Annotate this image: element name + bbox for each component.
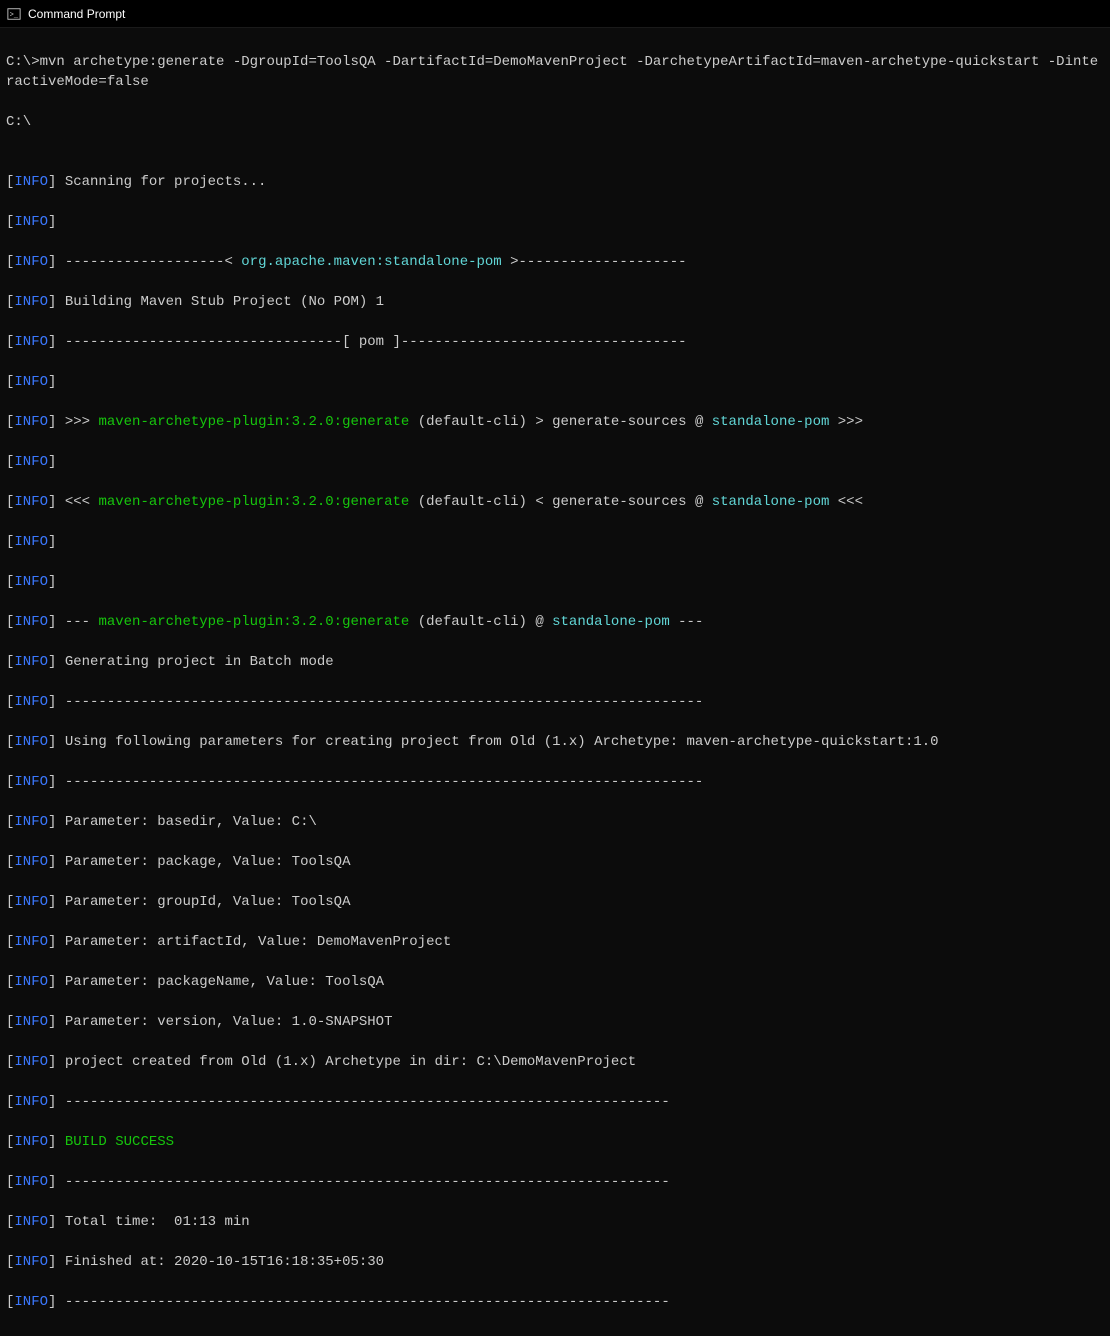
- log-line: [INFO] Using following parameters for cr…: [6, 732, 1104, 752]
- log-line: [INFO] Scanning for projects...: [6, 172, 1104, 192]
- log-line: [INFO] Parameter: groupId, Value: ToolsQ…: [6, 892, 1104, 912]
- log-line: [INFO] >>> maven-archetype-plugin:3.2.0:…: [6, 412, 1104, 432]
- log-line: [INFO] Total time: 01:13 min: [6, 1212, 1104, 1232]
- log-line: [INFO] <<< maven-archetype-plugin:3.2.0:…: [6, 492, 1104, 512]
- log-line: [INFO] Parameter: packageName, Value: To…: [6, 972, 1104, 992]
- svg-text:>_: >_: [10, 11, 19, 19]
- prompt-line: C:\: [6, 112, 1104, 132]
- log-line: [INFO]: [6, 572, 1104, 592]
- log-line: [INFO]: [6, 372, 1104, 392]
- window-title: Command Prompt: [28, 7, 125, 21]
- log-line: [INFO]: [6, 532, 1104, 552]
- log-line: [INFO] Finished at: 2020-10-15T16:18:35+…: [6, 1252, 1104, 1272]
- titlebar[interactable]: >_ Command Prompt: [0, 0, 1110, 28]
- command-line: C:\>mvn archetype:generate -DgroupId=Too…: [6, 52, 1104, 92]
- log-line: [INFO] Generating project in Batch mode: [6, 652, 1104, 672]
- log-line: [INFO] Parameter: basedir, Value: C:\: [6, 812, 1104, 832]
- log-line: [INFO] ---------------------------------…: [6, 1292, 1104, 1312]
- log-line: [INFO] --- maven-archetype-plugin:3.2.0:…: [6, 612, 1104, 632]
- log-line: [INFO] ---------------------------------…: [6, 332, 1104, 352]
- cmd-icon: >_: [6, 6, 22, 22]
- terminal-output[interactable]: C:\>mvn archetype:generate -DgroupId=Too…: [0, 28, 1110, 1336]
- log-line: [INFO] project created from Old (1.x) Ar…: [6, 1052, 1104, 1072]
- log-line: [INFO]: [6, 452, 1104, 472]
- log-line: [INFO] ---------------------------------…: [6, 692, 1104, 712]
- log-line: [INFO] ---------------------------------…: [6, 1092, 1104, 1112]
- log-line: [INFO] Parameter: package, Value: ToolsQ…: [6, 852, 1104, 872]
- log-line: [INFO] ---------------------------------…: [6, 1172, 1104, 1192]
- log-line: [INFO] Parameter: version, Value: 1.0-SN…: [6, 1012, 1104, 1032]
- log-line: [INFO]: [6, 212, 1104, 232]
- log-line: [INFO] BUILD SUCCESS: [6, 1132, 1104, 1152]
- log-line: [INFO] -------------------< org.apache.m…: [6, 252, 1104, 272]
- log-line: [INFO] ---------------------------------…: [6, 772, 1104, 792]
- log-line: [INFO] Parameter: artifactId, Value: Dem…: [6, 932, 1104, 952]
- log-line: [INFO] Building Maven Stub Project (No P…: [6, 292, 1104, 312]
